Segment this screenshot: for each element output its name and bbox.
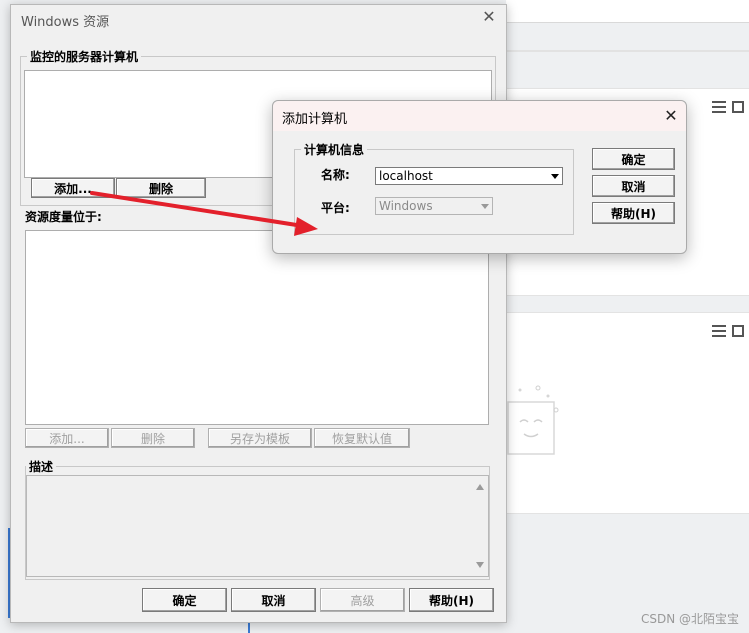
platform-label: 平台: [321,201,350,215]
dialog-title: Windows 资源 [21,15,110,30]
background-top-bar [506,0,749,23]
cancel-button[interactable]: 取消 [592,175,675,197]
dialog-title-bar: 添加计算机 [273,101,686,131]
name-label: 名称: [321,168,350,182]
menu-icon[interactable] [712,325,726,337]
panel-tools [712,101,744,113]
platform-combobox[interactable]: Windows [375,197,493,215]
computer-info-group: 计算机信息 名称: localhost 平台: Windows [294,141,574,235]
resource-measure-list[interactable] [25,230,489,425]
description-text[interactable] [26,475,489,577]
help-button[interactable]: 帮助(H) [409,588,494,612]
background-divider [506,50,749,52]
close-icon[interactable]: ✕ [662,107,680,125]
cancel-button[interactable]: 取消 [231,588,316,612]
empty-state-icon [507,385,559,455]
platform-value: Windows [379,199,433,213]
chevron-down-icon[interactable] [551,174,559,179]
delete-measure-button[interactable]: 删除 [111,428,195,448]
panel-tools [712,325,744,337]
watermark: CSDN @北陌宝宝 [640,612,739,626]
add-server-button[interactable]: 添加... [31,178,115,198]
menu-icon[interactable] [712,101,726,113]
delete-server-button[interactable]: 删除 [116,178,206,198]
ok-button[interactable]: 确定 [142,588,227,612]
expand-icon[interactable] [732,325,744,337]
group-title: 描述 [26,458,57,475]
name-value: localhost [379,169,433,183]
restore-defaults-button[interactable]: 恢复默认值 [314,428,410,448]
dialog-title: 添加计算机 [282,112,348,127]
scroll-up-icon[interactable] [476,484,484,490]
help-button[interactable]: 帮助(H) [592,202,675,224]
advanced-button[interactable]: 高级 [320,588,405,612]
close-icon[interactable]: ✕ [480,8,498,26]
resource-measure-label: 资源度量位于: [25,210,102,224]
expand-icon[interactable] [732,101,744,113]
group-title: 计算机信息 [301,141,368,158]
scroll-down-icon[interactable] [476,562,484,568]
add-measure-button[interactable]: 添加... [25,428,109,448]
name-combobox[interactable]: localhost [375,167,563,185]
group-title: 监控的服务器计算机 [27,48,142,65]
add-computer-dialog: 添加计算机 ✕ 计算机信息 名称: localhost 平台: Windows … [272,100,687,254]
chevron-down-icon[interactable] [481,204,489,209]
ok-button[interactable]: 确定 [592,148,675,170]
save-as-template-button[interactable]: 另存为模板 [208,428,312,448]
description-group: 描述 [25,458,490,580]
windows-resources-dialog: Windows 资源 ✕ 监控的服务器计算机 添加... 删除 资源度量位于: … [10,4,507,623]
